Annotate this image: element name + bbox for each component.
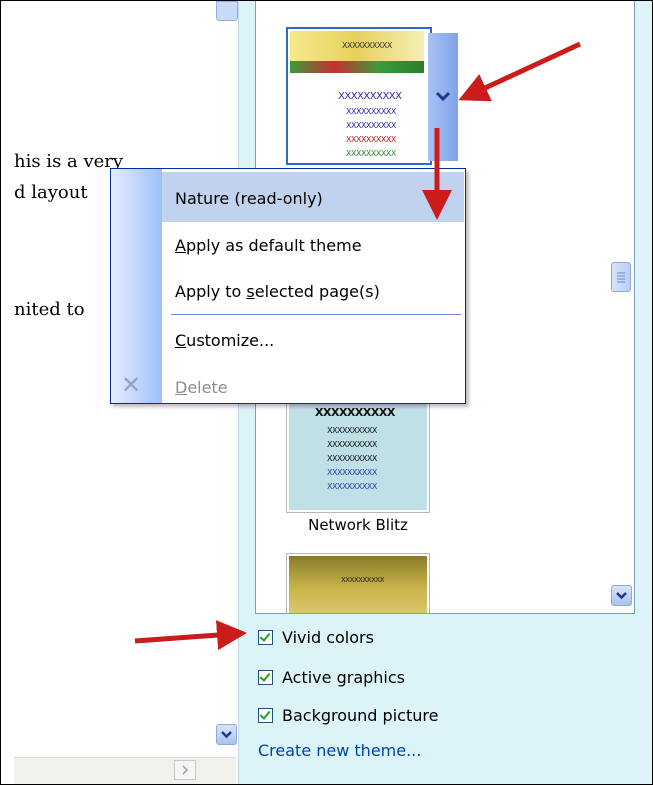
annotation-arrow <box>134 620 247 651</box>
annotation-arrows <box>134 41 582 651</box>
annotation-arrow <box>458 41 582 102</box>
